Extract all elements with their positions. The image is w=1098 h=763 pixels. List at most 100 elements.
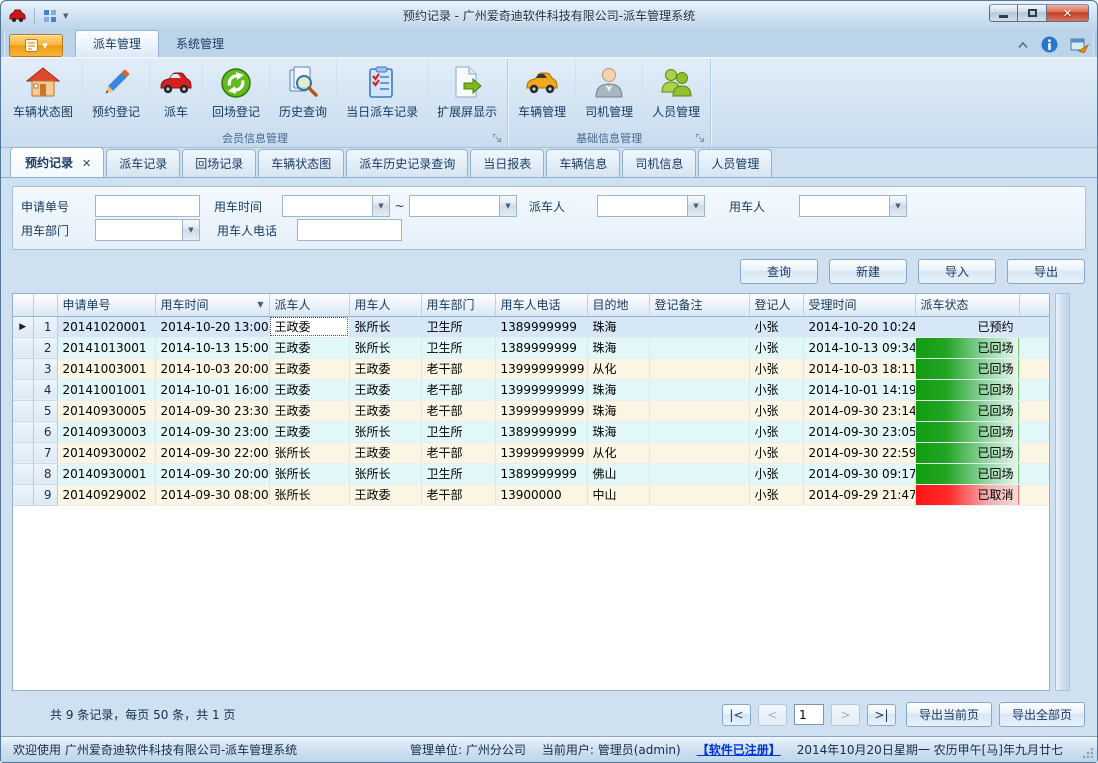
document-tab-预约记录[interactable]: 预约记录✕ (10, 147, 104, 177)
ribbon-button-预约登记[interactable]: 预约登记 (83, 60, 150, 128)
cell-派车人[interactable]: 王政委 (269, 358, 349, 379)
use-time-to-combo[interactable]: ▼ (409, 195, 517, 217)
ribbon-button-派车[interactable]: 派车 (150, 60, 203, 128)
document-tab-车辆状态图[interactable]: 车辆状态图 (258, 149, 344, 177)
cell-申请单号[interactable]: 20140930005 (57, 400, 155, 421)
cell-受理时间[interactable]: 2014-09-30 22:59 (803, 442, 915, 463)
cell-目的地[interactable]: 珠海 (587, 400, 649, 421)
ribbon-button-车辆状态图[interactable]: 车辆状态图 (4, 60, 83, 128)
cell-用车人[interactable]: 张所长 (349, 421, 421, 442)
row-number-cell[interactable]: 1 (33, 316, 57, 337)
cell-登记备注[interactable] (649, 358, 749, 379)
查询-button[interactable]: 查询 (740, 259, 818, 284)
row-indicator-cell[interactable] (13, 484, 33, 505)
cell-派车人[interactable]: 王政委 (269, 316, 349, 337)
combo-dropdown-icon[interactable]: ▼ (182, 220, 199, 240)
导入-button[interactable]: 导入 (918, 259, 996, 284)
row-indicator-cell[interactable] (13, 379, 33, 400)
document-tab-派车历史记录查询[interactable]: 派车历史记录查询 (346, 149, 468, 177)
cell-用车人电话[interactable]: 13999999999 (495, 442, 587, 463)
app-menu-button[interactable]: ▼ (9, 34, 63, 57)
document-tab-司机信息[interactable]: 司机信息 (622, 149, 696, 177)
document-tab-派车记录[interactable]: 派车记录 (106, 149, 180, 177)
ribbon-button-司机管理[interactable]: 司机管理 (576, 60, 643, 128)
row-number-cell[interactable]: 2 (33, 337, 57, 358)
row-indicator-cell[interactable] (13, 400, 33, 421)
cell-登记备注[interactable] (649, 400, 749, 421)
document-tab-当日报表[interactable]: 当日报表 (470, 149, 544, 177)
cell-用车部门[interactable]: 老干部 (421, 484, 495, 505)
table-row[interactable]: 3201410030012014-10-03 20:00王政委王政委老干部139… (13, 358, 1049, 379)
table-row[interactable]: 8201409300012014-09-30 20:00张所长张所长卫生所138… (13, 463, 1049, 484)
cell-受理时间[interactable]: 2014-10-03 18:11 (803, 358, 915, 379)
ribbon-button-车辆管理[interactable]: 车辆管理 (509, 60, 576, 128)
cell-派车人[interactable]: 王政委 (269, 400, 349, 421)
cell-受理时间[interactable]: 2014-09-29 21:47 (803, 484, 915, 505)
dispatcher-combo[interactable]: ▼ (597, 195, 705, 217)
cell-派车状态[interactable]: 已回场 (915, 421, 1019, 442)
cell-用车部门[interactable]: 卫生所 (421, 337, 495, 358)
page-number-input[interactable] (794, 704, 824, 725)
cell-申请单号[interactable]: 20141013001 (57, 337, 155, 358)
row-indicator-header[interactable] (13, 294, 33, 316)
table-row[interactable]: 9201409290022014-09-30 08:00张所长王政委老干部139… (13, 484, 1049, 505)
close-button[interactable]: ✕ (1047, 4, 1089, 22)
column-header-派车状态[interactable]: 派车状态 (915, 294, 1019, 316)
layout-grid-icon[interactable] (43, 9, 57, 23)
dialog-launcher-icon[interactable] (492, 133, 502, 143)
license-registered-link[interactable]: 【软件已注册】 (697, 741, 781, 758)
table-row[interactable]: 6201409300032014-09-30 23:00王政委张所长卫生所138… (13, 421, 1049, 442)
user-phone-input[interactable] (297, 219, 402, 241)
close-tab-icon[interactable]: ✕ (82, 157, 91, 170)
cell-目的地[interactable]: 中山 (587, 484, 649, 505)
cell-派车人[interactable]: 王政委 (269, 379, 349, 400)
cell-用车人电话[interactable]: 1389999999 (495, 337, 587, 358)
export-current-page-button[interactable]: 导出当前页 (906, 702, 992, 727)
cell-用车人[interactable]: 张所长 (349, 316, 421, 337)
ribbon-tab-1[interactable]: 派车管理 (75, 30, 159, 57)
cell-目的地[interactable]: 珠海 (587, 316, 649, 337)
document-tab-车辆信息[interactable]: 车辆信息 (546, 149, 620, 177)
resize-grip[interactable] (1083, 748, 1093, 758)
cell-派车人[interactable]: 张所长 (269, 442, 349, 463)
vertical-scrollbar[interactable] (1055, 293, 1070, 691)
cell-登记备注[interactable] (649, 337, 749, 358)
cell-登记备注[interactable] (649, 316, 749, 337)
cell-登记备注[interactable] (649, 442, 749, 463)
ribbon-tab-2[interactable]: 系统管理 (159, 31, 241, 57)
department-combo[interactable]: ▼ (95, 219, 200, 241)
cell-受理时间[interactable]: 2014-10-13 09:34 (803, 337, 915, 358)
row-indicator-cell[interactable] (13, 463, 33, 484)
cell-用车部门[interactable]: 卫生所 (421, 463, 495, 484)
cell-登记人[interactable]: 小张 (749, 484, 803, 505)
cell-登记备注[interactable] (649, 379, 749, 400)
document-tab-回场记录[interactable]: 回场记录 (182, 149, 256, 177)
cell-受理时间[interactable]: 2014-10-01 14:19 (803, 379, 915, 400)
cell-受理时间[interactable]: 2014-10-20 10:24 (803, 316, 915, 337)
ribbon-collapse-chevron-icon[interactable] (1017, 41, 1029, 49)
column-header-受理时间[interactable]: 受理时间 (803, 294, 915, 316)
row-number-cell[interactable]: 7 (33, 442, 57, 463)
cell-用车人[interactable]: 张所长 (349, 463, 421, 484)
cell-用车人电话[interactable]: 13900000 (495, 484, 587, 505)
cell-派车状态[interactable]: 已取消 (915, 484, 1019, 505)
column-header-用车人电话[interactable]: 用车人电话 (495, 294, 587, 316)
cell-用车部门[interactable]: 老干部 (421, 400, 495, 421)
cell-用车时间[interactable]: 2014-10-03 20:00 (155, 358, 269, 379)
cell-登记人[interactable]: 小张 (749, 442, 803, 463)
cell-派车状态[interactable]: 已回场 (915, 379, 1019, 400)
quick-access-dropdown-icon[interactable]: ▼ (63, 12, 68, 20)
prev-page-button[interactable]: < (758, 704, 787, 726)
cell-用车人[interactable]: 王政委 (349, 379, 421, 400)
cell-用车人电话[interactable]: 1389999999 (495, 463, 587, 484)
row-indicator-cell[interactable] (13, 442, 33, 463)
minimize-button[interactable] (989, 4, 1018, 22)
cell-登记备注[interactable] (649, 484, 749, 505)
ribbon-button-历史查询[interactable]: 历史查询 (270, 60, 337, 128)
row-indicator-cell[interactable] (13, 358, 33, 379)
cell-登记人[interactable]: 小张 (749, 421, 803, 442)
cell-用车部门[interactable]: 卫生所 (421, 421, 495, 442)
cell-用车时间[interactable]: 2014-10-01 16:00 (155, 379, 269, 400)
cell-登记人[interactable]: 小张 (749, 463, 803, 484)
ribbon-button-当日派车记录[interactable]: 当日派车记录 (337, 60, 428, 128)
